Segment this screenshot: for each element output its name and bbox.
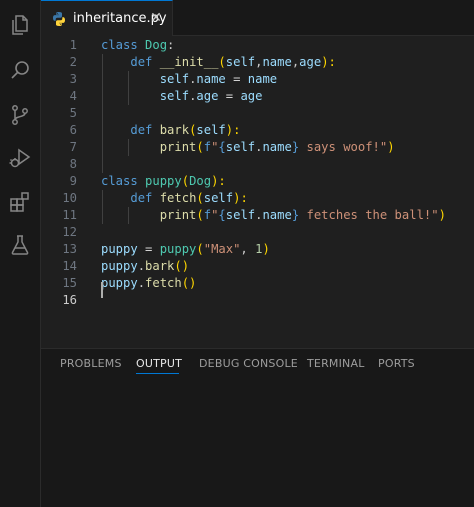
code-line: self.age = age <box>159 89 263 103</box>
line-number: 8 <box>69 157 77 171</box>
line-number: 5 <box>69 106 77 120</box>
extensions-icon[interactable] <box>7 189 33 215</box>
text-cursor <box>101 282 103 298</box>
activity-bar <box>0 0 41 507</box>
code-line: puppy.bark() <box>101 259 190 273</box>
code-line: puppy.fetch() <box>101 276 197 290</box>
code-line: class Dog: <box>101 38 175 52</box>
bottom-panel: PROBLEMS OUTPUT DEBUG CONSOLE TERMINAL P… <box>41 348 474 507</box>
tab-debug-console[interactable]: DEBUG CONSOLE <box>199 357 298 370</box>
close-icon[interactable]: ✕ <box>148 10 164 26</box>
code-line: print(f"{self.name} fetches the ball!") <box>159 208 446 222</box>
code-line: def bark(self): <box>130 123 241 137</box>
code-editor[interactable]: 1 2 3 4 5 6 7 8 9 10 11 12 13 14 15 16 c… <box>41 36 474 348</box>
active-tab-indicator <box>136 373 179 374</box>
code-line: self.name = name <box>159 72 278 86</box>
code-line: print(f"{self.name} says woof!") <box>159 140 395 154</box>
tab-terminal[interactable]: TERMINAL <box>307 357 365 370</box>
run-debug-icon[interactable] <box>7 145 33 171</box>
tab-problems[interactable]: PROBLEMS <box>60 357 122 370</box>
tab-output[interactable]: OUTPUT <box>136 357 182 370</box>
code-line: def fetch(self): <box>130 191 248 205</box>
line-number: 12 <box>62 225 77 239</box>
testing-icon[interactable] <box>7 232 33 258</box>
code-line: puppy = puppy("Max", 1) <box>101 242 270 256</box>
code-line: def __init__(self,name,age): <box>130 55 336 69</box>
tab-ports[interactable]: PORTS <box>378 357 415 370</box>
line-number-active: 16 <box>62 293 77 307</box>
files-icon[interactable] <box>7 12 33 38</box>
editor-tab-bar: inheritance.py ✕ <box>41 0 474 36</box>
source-control-icon[interactable] <box>7 102 33 128</box>
search-icon[interactable] <box>7 57 33 83</box>
tab-inheritance-py[interactable]: inheritance.py ✕ <box>41 0 173 36</box>
python-icon <box>53 11 65 26</box>
code-line: class puppy(Dog): <box>101 174 226 188</box>
